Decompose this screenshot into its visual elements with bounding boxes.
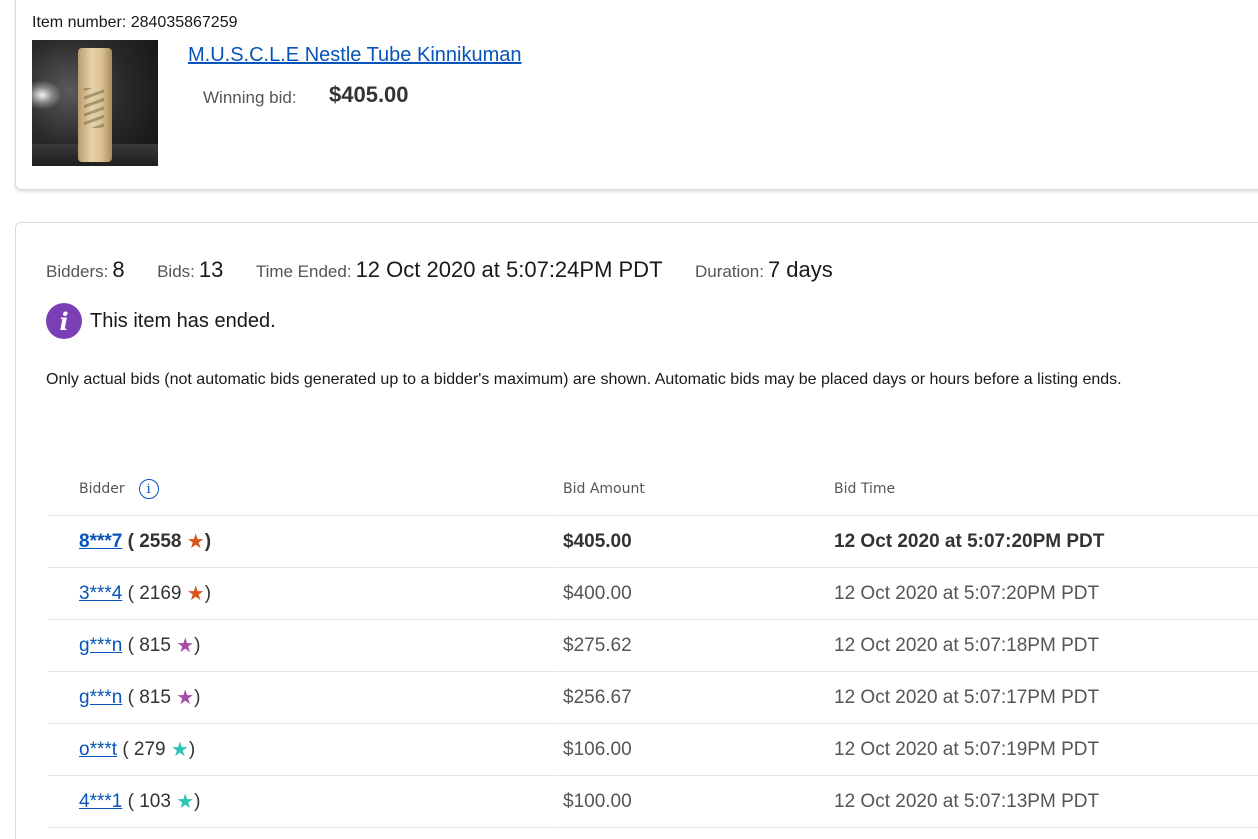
table-row: g***n ( 815 ★) $275.62 12 Oct 2020 at 5:07…	[48, 620, 1258, 672]
table-row: g***n ( 815 ★) $256.67 12 Oct 2020 at 5:07…	[48, 672, 1258, 724]
bid-time-cell: 12 Oct 2020 at 5:07:17PM PDT	[830, 672, 1258, 724]
table-header-row: Bidder i Bid Amount Bid Time	[48, 463, 1258, 516]
item-card: Item number: 284035867259 M.U.S.C.L.E Ne…	[15, 0, 1258, 190]
item-thumbnail[interactable]	[32, 40, 158, 166]
feedback-score: ( 2558 ★)	[127, 531, 212, 553]
feedback-score: ( 815 ★)	[127, 687, 201, 709]
bid-history-page: Item number: 284035867259 M.U.S.C.L.E Ne…	[0, 0, 1258, 839]
feedback-star-icon: ★	[186, 583, 205, 605]
item-ended-notice: i This item has ended.	[46, 303, 276, 339]
bids-count: Bids: 13	[157, 257, 224, 282]
bidder-link[interactable]: 8***7	[79, 531, 122, 552]
bid-history-table: Bidder i Bid Amount Bid Time 8***7 ( 2558…	[48, 463, 1258, 828]
feedback-star-icon: ★	[176, 791, 195, 813]
bidder-link[interactable]: g***n	[79, 635, 122, 656]
bid-amount-cell: $256.67	[559, 672, 830, 724]
bid-amount-cell: $405.00	[559, 516, 830, 568]
info-icon: i	[46, 303, 82, 339]
bid-time-cell: 12 Oct 2020 at 5:07:19PM PDT	[830, 724, 1258, 776]
item-title-link[interactable]: M.U.S.C.L.E Nestle Tube Kinnikuman	[188, 44, 521, 67]
table-row: 3***4 ( 2169 ★) $400.00 12 Oct 2020 at 5:0…	[48, 568, 1258, 620]
bidder-cell: o***t ( 279 ★)	[48, 724, 559, 776]
bidder-link[interactable]: o***t	[79, 739, 117, 760]
winning-bid-value: $405.00	[329, 82, 409, 107]
feedback-star-icon: ★	[170, 739, 189, 761]
bid-time-cell: 12 Oct 2020 at 5:07:13PM PDT	[830, 776, 1258, 828]
bidder-cell: g***n ( 815 ★)	[48, 672, 559, 724]
column-header-bid-amount: Bid Amount	[559, 463, 830, 516]
column-header-bidder: Bidder i	[48, 463, 559, 516]
winning-bid-label: Winning bid:	[203, 88, 297, 107]
item-number: Item number: 284035867259	[32, 14, 238, 32]
time-ended: Time Ended: 12 Oct 2020 at 5:07:24PM PDT	[255, 257, 663, 282]
bid-amount-cell: $100.00	[559, 776, 830, 828]
bidder-cell: 8***7 ( 2558 ★)	[48, 516, 559, 568]
table-row: o***t ( 279 ★) $106.00 12 Oct 2020 at 5:07…	[48, 724, 1258, 776]
auction-summary: Bidders: 8 Bids: 13 Time Ended: 12 Oct 2020…	[46, 257, 861, 283]
bidder-link[interactable]: 3***4	[79, 583, 122, 604]
feedback-star-icon: ★	[176, 687, 195, 709]
item-ended-message: This item has ended.	[90, 309, 276, 332]
bidder-info-icon[interactable]: i	[138, 479, 159, 499]
item-number-label: Item number:	[32, 14, 127, 31]
feedback-star-icon: ★	[176, 635, 195, 657]
bidder-cell: 3***4 ( 2169 ★)	[48, 568, 559, 620]
bidder-cell: 4***1 ( 103 ★)	[48, 776, 559, 828]
feedback-star-icon: ★	[186, 531, 205, 553]
bidder-link[interactable]: 4***1	[79, 791, 122, 812]
bidder-cell: g***n ( 815 ★)	[48, 620, 559, 672]
duration: Duration: 7 days	[694, 257, 833, 282]
bid-time-cell: 12 Oct 2020 at 5:07:18PM PDT	[830, 620, 1258, 672]
item-number-value: 284035867259	[130, 14, 238, 31]
bidders-count: Bidders: 8	[46, 257, 125, 282]
table-row: 8***7 ( 2558 ★) $405.00 12 Oct 2020 at 5:0…	[48, 516, 1258, 568]
feedback-score: ( 2169 ★)	[127, 583, 212, 605]
feedback-score: ( 815 ★)	[127, 635, 201, 657]
feedback-score: ( 103 ★)	[127, 791, 201, 813]
table-row: 4***1 ( 103 ★) $100.00 12 Oct 2020 at 5:07…	[48, 776, 1258, 828]
bid-amount-cell: $275.62	[559, 620, 830, 672]
bidder-link[interactable]: g***n	[79, 687, 122, 708]
bid-time-cell: 12 Oct 2020 at 5:07:20PM PDT	[830, 568, 1258, 620]
column-header-bid-time: Bid Time	[830, 463, 1258, 516]
bid-time-cell: 12 Oct 2020 at 5:07:20PM PDT	[830, 516, 1258, 568]
bids-note: Only actual bids (not automatic bids gen…	[46, 371, 1122, 388]
bid-history-card: Bidders: 8 Bids: 13 Time Ended: 12 Oct 2020…	[15, 222, 1258, 839]
bid-amount-cell: $400.00	[559, 568, 830, 620]
bid-amount-cell: $106.00	[559, 724, 830, 776]
feedback-score: ( 279 ★)	[122, 739, 196, 761]
